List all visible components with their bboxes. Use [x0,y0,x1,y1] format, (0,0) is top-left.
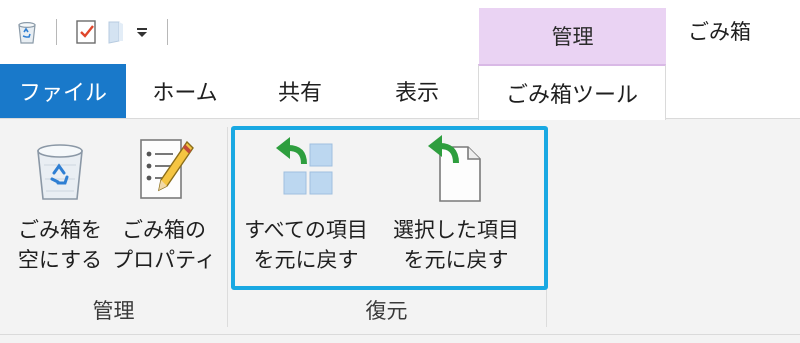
ribbon-panel: ごみ箱を 空にする ごみ箱の プロパティ すべての項目 を元に戻す 選択した項目… [0,119,800,343]
restore-selected-label-1: 選択した項目 [393,218,519,242]
group-label-manage: 管理 [92,299,135,323]
properties-small-icon[interactable] [71,16,101,48]
quick-access-toolbar [12,14,182,50]
tab-view[interactable]: 表示 [356,64,478,118]
restore-selected-items-button[interactable]: 選択した項目 を元に戻す [384,129,528,275]
qat-dropdown-icon[interactable] [131,16,153,48]
new-folder-small-icon[interactable] [101,16,131,48]
restore-all-label-1: すべての項目 [244,218,368,242]
context-tab-label: 管理 [551,25,594,49]
recycle-bin-properties-button[interactable]: ごみ箱の プロパティ [112,129,216,275]
restore-all-items-button[interactable]: すべての項目 を元に戻す [236,129,376,275]
recycle-bin-icon [12,129,108,209]
tab-recycle-bin-tools[interactable]: ごみ箱ツール [478,64,666,120]
recycle-bin-properties-label-1: ごみ箱の [122,218,206,242]
properties-icon [112,129,216,209]
empty-recycle-bin-label-2: 空にする [17,248,103,272]
window-title: ごみ箱 [688,20,751,44]
restore-selected-icon [384,129,528,209]
title-bar: 管理 ごみ箱 [0,0,800,64]
recycle-bin-small-icon[interactable] [12,16,42,48]
group-label-restore: 復元 [365,299,408,323]
tab-file[interactable]: ファイル [0,64,126,118]
ribbon-bottom-border [0,334,800,335]
ribbon-tabs: ファイル ホーム 共有 表示 ごみ箱ツール [0,64,800,120]
tab-share[interactable]: 共有 [244,64,356,118]
empty-recycle-bin-label-1: ごみ箱を [18,218,102,242]
qat-separator [56,19,57,45]
restore-selected-label-2: を元に戻す [403,248,509,272]
group-separator [546,127,547,327]
qat-separator [167,19,168,45]
empty-recycle-bin-button[interactable]: ごみ箱を 空にする [12,129,108,275]
recycle-bin-properties-label-2: プロパティ [112,248,216,272]
restore-all-label-2: を元に戻す [253,248,359,272]
tab-home[interactable]: ホーム [126,64,244,118]
restore-all-icon [236,129,376,209]
